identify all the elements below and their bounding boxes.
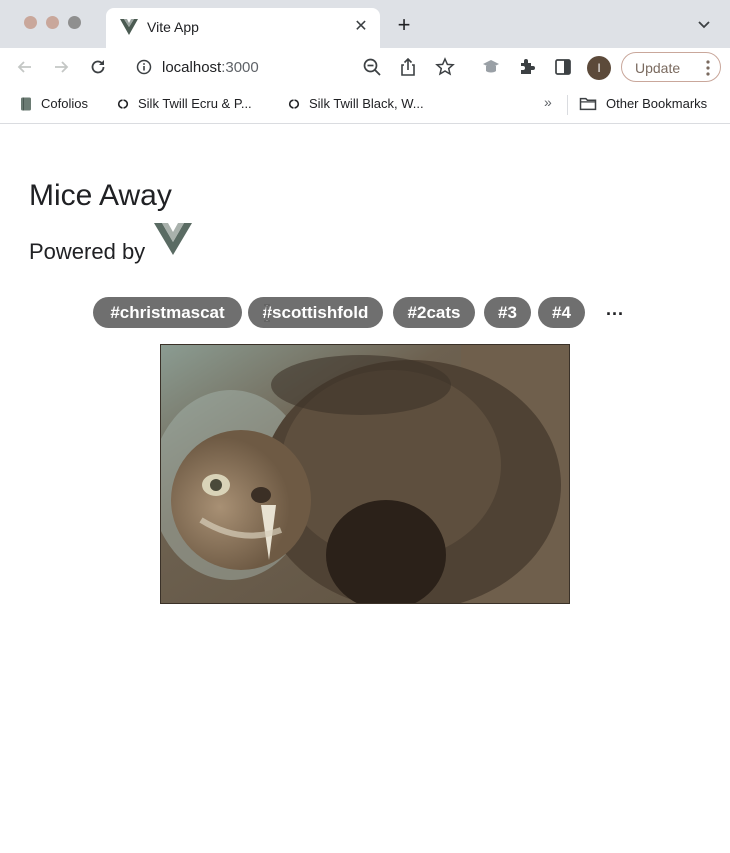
chanel-icon [288,98,300,109]
tag-christmascat[interactable]: #christmascat [93,297,242,328]
url-text: localhost:3000 [162,59,259,76]
tab-search-chevron-icon[interactable] [696,18,712,32]
folder-icon [579,97,597,111]
extensions-puzzle-icon[interactable] [517,57,537,77]
page-title: Mice Away [29,179,172,212]
cat-gif-image [160,344,570,604]
profile-avatar[interactable]: I [587,56,611,80]
tag-2cats[interactable]: #2cats [393,297,475,328]
reading-list-icon[interactable] [553,57,573,77]
update-button-label: Update [635,60,681,76]
new-tab-icon[interactable]: + [393,14,415,36]
window-zoom-button[interactable] [68,16,81,29]
bookmarks-overflow-icon[interactable]: » [544,94,552,110]
url-host: localhost [162,59,222,76]
tab-vite-app[interactable]: Vite App ✕ [106,8,380,48]
window-minimize-button[interactable] [46,16,59,29]
address-bar[interactable]: localhost:3000 [126,50,484,84]
bookmarks-bar: Cofolios Silk Twill Ecru & P... Silk Twi… [0,86,730,124]
browser-window: Vite App ✕ + localhost:3000 I Update Cof… [0,0,730,853]
page-content: Mice Away Powered by #christmascat #scot… [0,125,730,853]
kebab-menu-icon [706,60,710,76]
tag-3[interactable]: #3 [484,297,531,328]
tag-4[interactable]: #4 [538,297,585,328]
cat-photo [161,345,569,603]
reload-icon[interactable] [88,57,108,77]
chanel-icon [117,98,129,109]
browser-toolbar: localhost:3000 I Update [0,48,730,86]
bookmark-cofolios[interactable]: Cofolios [19,95,88,115]
forward-arrow-icon[interactable] [51,57,71,77]
bookmark-silk-twill-black[interactable]: Silk Twill Black, W... [287,95,424,115]
vue-logo-icon [154,223,192,255]
site-info-icon[interactable] [136,59,152,75]
share-icon[interactable] [398,57,418,77]
update-button[interactable]: Update [621,52,721,82]
bookmark-star-icon[interactable] [435,57,455,77]
zoom-out-icon[interactable] [362,57,382,77]
more-tags-ellipsis[interactable]: ... [606,299,624,320]
bookmark-label: Cofolios [41,96,88,112]
url-port: :3000 [221,59,259,76]
tab-title: Vite App [147,19,199,35]
bookmark-silk-twill-ecru[interactable]: Silk Twill Ecru & P... [116,95,252,115]
other-bookmarks-label: Other Bookmarks [606,96,708,112]
close-tab-icon[interactable]: ✕ [352,18,370,36]
bookmark-label: Silk Twill Black, W... [309,96,424,112]
bookmark-label: Silk Twill Ecru & P... [138,96,252,112]
book-icon [21,97,31,111]
vue-favicon-icon [120,19,138,35]
powered-by-text: Powered by [29,239,146,264]
back-arrow-icon[interactable] [15,57,35,77]
extension-hat-icon[interactable] [481,57,501,77]
text-cursor-icon [264,304,270,322]
window-close-button[interactable] [24,16,37,29]
bookmarks-divider [567,95,568,115]
other-bookmarks-folder[interactable]: Other Bookmarks [579,95,707,115]
tab-strip: Vite App ✕ + [0,0,730,48]
